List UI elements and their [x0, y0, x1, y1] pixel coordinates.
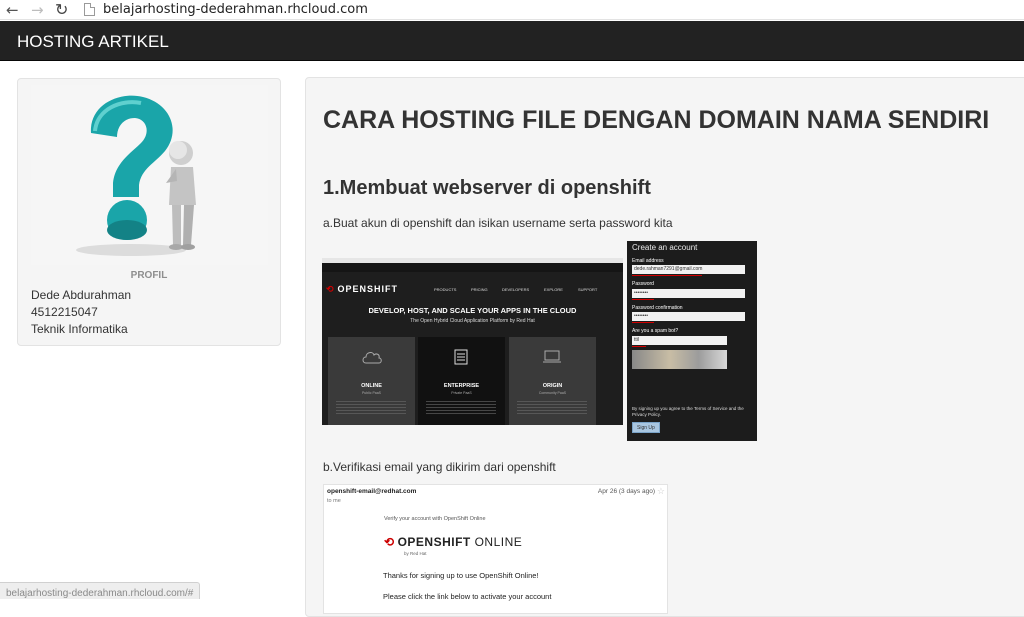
openshift-logo-text: OPENSHIFT: [337, 284, 399, 294]
origin-column: ORIGIN Community PaaS: [509, 337, 596, 425]
captcha-image: [632, 350, 727, 369]
profile-image: [31, 85, 268, 265]
email-from: openshift-email@redhat.com: [327, 488, 417, 495]
spam-value: ttil: [634, 337, 639, 343]
enterprise-column: ENTERPRISE Private PaaS: [418, 337, 505, 425]
profile-panel: PROFIL Dede Abdurahman 4512215047 Teknik…: [17, 78, 281, 346]
article-title: CARA HOSTING FILE DENGAN DOMAIN NAMA SEN…: [323, 106, 990, 134]
confirm-field: ••••••••: [632, 312, 745, 321]
enterprise-description: [426, 401, 496, 415]
online-description: [336, 401, 406, 415]
signup-button: Sign Up: [632, 422, 660, 433]
form-title: Create an account: [632, 243, 698, 252]
online-subtitle: Public PaaS: [361, 391, 382, 395]
browser-toolbar: ← → ↻ belajarhosting-dederahman.rhcloud.…: [0, 0, 1024, 20]
email-activate-line: Please click the link below to activate …: [383, 592, 552, 601]
email-label: Email address: [632, 258, 664, 264]
menu-item-developers: DEVELOPERS: [502, 287, 530, 292]
password-underline: [632, 299, 654, 300]
enterprise-subtitle: Private PaaS: [451, 391, 472, 395]
reload-icon[interactable]: ↻: [55, 1, 68, 19]
logo-main-text: OPENSHIFT: [397, 535, 471, 549]
email-thanks: Thanks for signing up to use OpenShift O…: [383, 571, 539, 580]
password-field: ••••••••: [632, 289, 745, 298]
star-icon: ☆: [656, 486, 665, 496]
menu-item-explore: EXPLORE: [544, 287, 563, 292]
online-title: ONLINE: [361, 383, 382, 389]
password-label: Password: [632, 281, 654, 287]
step-b-text: b.Verifikasi email yang dikirim dari ope…: [323, 460, 556, 474]
step-a-text: a.Buat akun di openshift dan isikan user…: [323, 216, 673, 230]
menu-item-support: SUPPORT: [578, 287, 598, 292]
profile-caption: PROFIL: [130, 270, 168, 281]
site-navbar: HOSTING ARTIKEL: [0, 21, 1024, 61]
spam-label: Are you a spam bot?: [632, 328, 679, 334]
openshift-logo-icon: ⟲: [326, 284, 335, 294]
confirm-label: Password confirmation: [632, 305, 683, 311]
confirm-underline: [632, 322, 654, 323]
spam-field: ttil: [632, 336, 727, 345]
profile-name: Dede Abdurahman: [31, 288, 132, 302]
email-verify-line: Verify your account with OpenShift Onlin…: [384, 516, 486, 522]
forward-arrow-icon[interactable]: →: [31, 1, 44, 19]
document-icon: [454, 349, 468, 365]
status-url: belajarhosting-dederahman.rhcloud.com/#: [6, 588, 194, 599]
email-to: to me: [327, 498, 341, 504]
email-field: dede.rahman7291@gmail.com: [632, 265, 745, 274]
online-column: ONLINE Public PaaS: [328, 337, 415, 425]
menu-item-products: PRODUCTS: [434, 287, 457, 292]
section-heading: 1.Membuat webserver di openshift: [323, 177, 651, 199]
terms-text: By signing up you agree to the Terms of …: [632, 406, 744, 417]
verification-email-screenshot: openshift-email@redhat.com Apr 26 (3 day…: [323, 484, 668, 614]
status-bar: belajarhosting-dederahman.rhcloud.com/#: [0, 582, 201, 599]
origin-description: [517, 401, 587, 415]
openshift-logo-icon: ⟲: [384, 535, 395, 549]
openshift-logo: ⟲ OPENSHIFT: [326, 284, 398, 295]
signup-button-label: Sign Up: [637, 425, 655, 431]
hero-subheading: The Open Hybrid Cloud Application Platfo…: [410, 318, 535, 324]
create-account-screenshot: Create an account Email address dede.rah…: [627, 241, 757, 441]
logo-redhat-text: by Red Hat: [404, 551, 427, 556]
page-icon: [84, 3, 95, 16]
cloud-icon: [362, 352, 382, 364]
back-arrow-icon[interactable]: ←: [6, 1, 19, 19]
email-date: Apr 26 (3 days ago): [597, 488, 655, 495]
openshift-online-logo: ⟲ OPENSHIFT ONLINE: [384, 535, 522, 549]
profile-id: 4512215047: [31, 305, 98, 319]
laptop-icon: [543, 350, 561, 363]
enterprise-title: ENTERPRISE: [443, 383, 480, 389]
confirm-value: ••••••••: [634, 313, 649, 319]
password-value: ••••••••: [634, 290, 649, 296]
spam-underline: [632, 346, 646, 347]
hero-heading: DEVELOP, HOST, AND SCALE YOUR APPS IN TH…: [368, 306, 577, 315]
openshift-homepage-screenshot: ⟲ OPENSHIFT PRODUCTS PRICING DEVELOPERS E…: [322, 258, 623, 425]
email-underline: [632, 275, 702, 276]
origin-title: ORIGIN: [542, 383, 563, 389]
address-bar[interactable]: belajarhosting-dederahman.rhcloud.com: [103, 1, 368, 18]
screenshot-topbar: [322, 263, 623, 272]
article-panel: CARA HOSTING FILE DENGAN DOMAIN NAMA SEN…: [305, 77, 1024, 617]
logo-online-text: ONLINE: [474, 535, 523, 549]
email-value: dede.rahman7291@gmail.com: [634, 266, 703, 272]
menu-item-pricing: PRICING: [471, 287, 488, 292]
profile-major: Teknik Informatika: [31, 322, 128, 336]
origin-subtitle: Community PaaS: [538, 391, 567, 395]
brand-link[interactable]: HOSTING ARTIKEL: [17, 31, 169, 52]
